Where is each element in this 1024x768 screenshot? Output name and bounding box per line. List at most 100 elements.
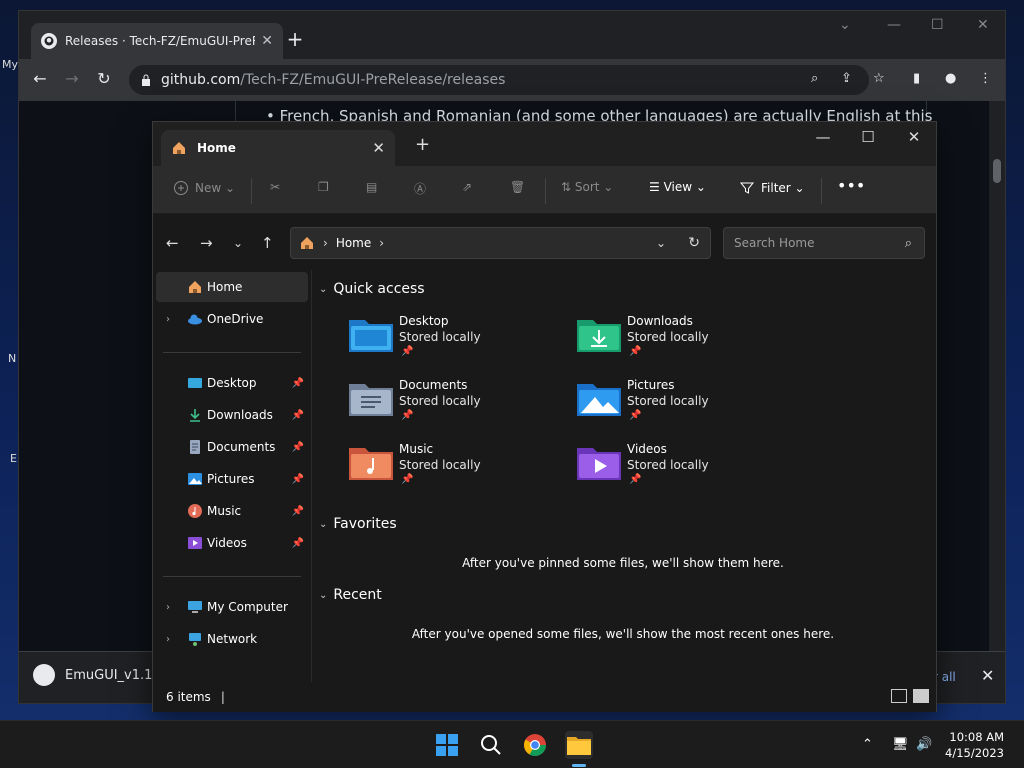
nav-item-downloads[interactable]: Downloads 📌 bbox=[156, 400, 308, 430]
search-button[interactable] bbox=[477, 731, 505, 759]
breadcrumb-bar[interactable]: › Home › ⌄ ↻ bbox=[290, 227, 711, 259]
chrome-tab-releases[interactable]: Releases · Tech-FZ/EmuGUI-PreRe ✕ bbox=[31, 23, 283, 59]
delete-button[interactable]: 🗑 bbox=[510, 180, 525, 194]
pictures-icon bbox=[188, 473, 202, 485]
nav-item-pictures[interactable]: Pictures 📌 bbox=[156, 464, 308, 494]
view-button[interactable]: ☰ View ⌄ bbox=[649, 180, 706, 194]
quick-access-music[interactable]: Music Stored locally 📌 bbox=[349, 442, 569, 500]
back-button[interactable]: ← bbox=[166, 234, 179, 252]
scrollbar-thumb[interactable] bbox=[993, 159, 1001, 183]
search-icon[interactable]: ⌕ bbox=[811, 71, 818, 86]
page-scrollbar[interactable] bbox=[989, 101, 1005, 651]
tile-status: Stored locally bbox=[627, 394, 709, 408]
explorer-tab-home[interactable]: Home ✕ bbox=[161, 130, 395, 166]
cut-button[interactable]: ✂ bbox=[270, 180, 280, 194]
paste-button[interactable]: ▤ bbox=[366, 180, 377, 194]
share-button[interactable]: ⇗ bbox=[462, 180, 472, 194]
nav-item-onedrive[interactable]: › OneDrive bbox=[156, 304, 308, 334]
file-explorer-taskbar-button[interactable] bbox=[565, 731, 593, 759]
profile-icon[interactable]: ● bbox=[945, 71, 956, 86]
forward-button[interactable]: → bbox=[200, 234, 213, 252]
home-icon bbox=[301, 237, 313, 249]
divider: | bbox=[220, 690, 225, 704]
filter-icon bbox=[739, 182, 755, 194]
quick-access-pictures[interactable]: Pictures Stored locally 📌 bbox=[577, 378, 797, 436]
pin-icon: 📌 bbox=[291, 409, 304, 421]
reload-button[interactable]: ↻ bbox=[93, 69, 115, 88]
download-item[interactable]: EmuGUI_v1.1.0 bbox=[33, 664, 165, 686]
close-tab-icon[interactable]: ✕ bbox=[372, 139, 385, 157]
item-count: 6 items bbox=[166, 690, 211, 704]
filter-button[interactable]: Filter ⌄ bbox=[739, 180, 805, 196]
close-download-bar-icon[interactable]: ✕ bbox=[981, 666, 994, 685]
search-icon bbox=[481, 735, 501, 755]
menu-kebab-icon[interactable]: ⋮ bbox=[979, 71, 992, 86]
address-bar[interactable]: github.com/Tech-FZ/EmuGUI-PreRelease/rel… bbox=[129, 65, 869, 95]
volume-icon[interactable]: 🔊 bbox=[916, 737, 932, 752]
nav-item-music[interactable]: Music 📌 bbox=[156, 496, 308, 526]
nav-item-network[interactable]: › Network bbox=[156, 624, 308, 654]
search-icon: ⌕ bbox=[904, 235, 912, 251]
details-view-icon[interactable] bbox=[891, 689, 907, 703]
show-hidden-icons-button[interactable]: ⌃ bbox=[862, 737, 873, 752]
side-panel-icon[interactable]: ▮ bbox=[913, 71, 920, 86]
close-button[interactable]: ✕ bbox=[977, 17, 989, 33]
up-button[interactable]: ↑ bbox=[261, 234, 274, 252]
pane-splitter[interactable] bbox=[311, 270, 312, 682]
bookmark-star-icon[interactable]: ☆ bbox=[873, 71, 885, 86]
network-icon[interactable]: 🖥 bbox=[892, 737, 909, 752]
quick-access-desktop[interactable]: Desktop Stored locally 📌 bbox=[349, 314, 569, 372]
desktop-folder-icon bbox=[349, 320, 393, 352]
quick-access-downloads[interactable]: Downloads Stored locally 📌 bbox=[577, 314, 797, 372]
address-dropdown-icon[interactable]: ⌄ bbox=[656, 236, 666, 250]
nav-item-my-computer[interactable]: › My Computer bbox=[156, 592, 308, 622]
close-button[interactable]: ✕ bbox=[899, 128, 929, 146]
nav-item-desktop[interactable]: Desktop 📌 bbox=[156, 368, 308, 398]
nav-item-home[interactable]: Home bbox=[156, 272, 308, 302]
url-host: github.com bbox=[161, 72, 241, 88]
maximize-button[interactable]: ☐ bbox=[931, 17, 944, 33]
forward-button[interactable]: → bbox=[61, 69, 83, 88]
section-recent[interactable]: ⌄ Recent bbox=[319, 587, 382, 603]
new-tab-button[interactable]: + bbox=[415, 134, 430, 155]
refresh-icon[interactable]: ↻ bbox=[688, 235, 700, 251]
expand-icon[interactable]: › bbox=[166, 634, 170, 645]
chevron-down-icon: ⌄ bbox=[319, 589, 328, 601]
chrome-taskbar-button[interactable] bbox=[521, 731, 549, 759]
expand-icon[interactable]: › bbox=[166, 314, 170, 325]
sort-button[interactable]: ⇅ Sort ⌄ bbox=[561, 180, 613, 194]
close-tab-icon[interactable]: ✕ bbox=[261, 33, 273, 49]
search-box[interactable]: ⌕ bbox=[723, 227, 925, 259]
search-input[interactable] bbox=[732, 235, 892, 251]
url-path: /Tech-FZ/EmuGUI-PreRelease/releases bbox=[240, 72, 506, 88]
pin-icon: 📌 bbox=[291, 505, 304, 517]
section-favorites[interactable]: ⌄ Favorites bbox=[319, 516, 397, 532]
minimize-button[interactable]: — bbox=[808, 128, 838, 146]
expand-icon[interactable]: › bbox=[166, 602, 170, 613]
pin-icon: 📌 bbox=[401, 346, 414, 357]
back-button[interactable]: ← bbox=[29, 69, 51, 88]
tiles-view-icon[interactable] bbox=[913, 689, 929, 703]
section-quick-access[interactable]: ⌄ Quick access bbox=[319, 281, 425, 297]
maximize-button[interactable]: ☐ bbox=[853, 128, 883, 146]
breadcrumb-home[interactable]: Home bbox=[336, 236, 371, 250]
start-button[interactable] bbox=[433, 731, 461, 759]
quick-access-documents[interactable]: Documents Stored locally 📌 bbox=[349, 378, 569, 436]
nav-item-documents[interactable]: Documents 📌 bbox=[156, 432, 308, 462]
pin-icon: 📌 bbox=[401, 474, 414, 485]
share-icon[interactable]: ⇪ bbox=[841, 71, 852, 86]
downloads-folder-icon bbox=[577, 320, 621, 352]
new-button[interactable]: New ⌄ bbox=[173, 180, 235, 196]
recent-locations-button[interactable]: ⌄ bbox=[233, 236, 243, 250]
minimize-button[interactable]: — bbox=[887, 17, 901, 33]
rename-button[interactable]: Ⓐ bbox=[414, 180, 426, 197]
tab-search-icon[interactable]: ⌄ bbox=[839, 17, 851, 33]
quick-access-videos[interactable]: Videos Stored locally 📌 bbox=[577, 442, 797, 500]
lock-icon bbox=[142, 74, 150, 86]
nav-item-videos[interactable]: Videos 📌 bbox=[156, 528, 308, 558]
copy-button[interactable]: ❐ bbox=[318, 180, 329, 194]
see-more-button[interactable]: ••• bbox=[837, 176, 865, 195]
clock[interactable]: 10:08 AM 4/15/2023 bbox=[945, 729, 1004, 761]
new-tab-button[interactable]: + bbox=[281, 27, 309, 51]
pin-icon: 📌 bbox=[629, 474, 642, 485]
